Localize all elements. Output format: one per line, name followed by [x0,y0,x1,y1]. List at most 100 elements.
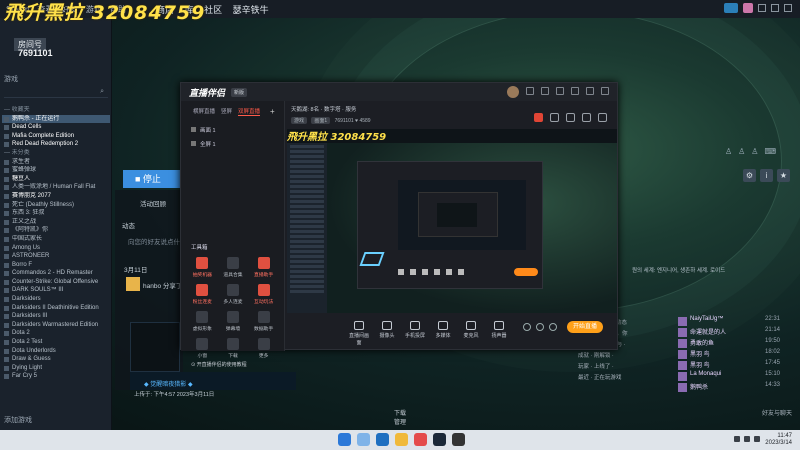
sidebar-game-item[interactable]: Darksiders II Deathinitive Edition [2,304,110,313]
friends-chat-button[interactable]: 好友与聊天 [762,408,792,417]
toolbox-item[interactable]: 更多 [248,338,279,359]
maximize-icon[interactable] [586,87,594,95]
gift-icon[interactable] [534,113,543,122]
tab-portrait[interactable]: 竖屏 [221,107,232,116]
toolbox-item[interactable]: 弹幕墙 [218,311,249,332]
tutorial-link[interactable]: ⊙ 开直播伴侣的使用教程 [191,361,247,368]
sidebar-game-item[interactable]: Far Cry 5 [2,372,110,381]
sidebar-game-item[interactable]: 鹅鸭杀 - 正在运行 [2,114,110,124]
toolbox-item[interactable]: 直播助手 [248,257,279,278]
toolbox-item[interactable]: 虚拟形象 [187,311,218,332]
add-scene-icon[interactable]: + [270,107,275,116]
maximize-icon[interactable] [771,4,779,12]
speaker-button[interactable]: 扬声器 [487,321,511,339]
friend-item[interactable]: 鹅鸭杀 14:33 [676,382,780,393]
message-icon[interactable] [526,87,534,95]
sidebar-game-item[interactable]: 赛博朋克 2077 [2,192,110,201]
gear-icon[interactable] [549,323,557,331]
star-icon[interactable]: ★ [777,169,790,182]
sidebar-game-item[interactable]: 中国式家长 [2,235,110,244]
sidebar-game-item[interactable]: DARK SOULS™ III [2,286,110,295]
category-chip[interactable]: 游戏 [291,117,308,124]
close-icon[interactable] [601,87,609,95]
scene-chip[interactable]: 画面1 [311,117,331,124]
sidebar-game-item[interactable]: Draw & Guess [2,355,110,364]
close-icon[interactable] [784,4,792,12]
minimize-icon[interactable] [571,87,579,95]
tab-dual-screen[interactable]: 双屏直播 [238,107,261,116]
friend-item[interactable]: 勇敢的鱼 19:50 [676,338,780,349]
media-button[interactable]: 多媒体 [431,321,455,339]
tab-activity[interactable]: 活动回顾 [140,198,166,208]
sidebar-game-item[interactable]: Darksiders Warmastered Edition [2,321,110,330]
volume-icon[interactable] [744,436,750,442]
stream-title[interactable]: 天鹅湖: 8名 · 数字塔 · 服务 [291,105,356,113]
sidebar-section-header[interactable]: — 收藏夹 [2,106,110,115]
copy-icon[interactable] [566,113,575,122]
scene-item[interactable]: 全屏 1 [181,138,284,152]
sidebar-game-item[interactable]: Borro F [2,261,110,270]
activity-item[interactable]: 成就 · 刚解锁 · [578,351,670,362]
toolbox-item[interactable]: 粉丝连麦 [187,284,218,305]
user-avatar[interactable] [507,86,519,98]
camera-button[interactable]: 摄像头 [375,321,399,339]
toolbox-item[interactable]: 抽奖机器 [187,257,218,278]
tab-landscape[interactable]: 横屏直播 [193,107,215,116]
stop-button[interactable]: ■ 停止 [123,170,181,188]
toolbox-item[interactable]: 道具合集 [218,257,249,278]
eye-icon[interactable] [191,127,196,132]
add-game-button[interactable]: 添加游戏 [4,415,32,425]
toolbox-item[interactable]: 下载 [218,338,249,359]
toolbox-item[interactable]: 小窗 [187,338,218,359]
search-icon[interactable] [357,433,370,446]
nav-profile[interactable]: 瑟辛铁牛 [233,5,269,15]
menu-icon[interactable] [556,87,564,95]
lock-icon[interactable] [550,113,559,122]
sidebar-game-item[interactable]: Dead Cells [2,123,110,132]
sidebar-game-item[interactable]: Among Us [2,244,110,253]
sidebar-game-item[interactable]: Commandos 2 - HD Remaster [2,269,110,278]
sidebar-game-item[interactable]: Dota Underlords [2,347,110,356]
app-icon[interactable] [414,433,427,446]
sidebar-game-item[interactable]: 蜜蜂弹球 [2,166,110,175]
sidebar-game-item[interactable]: 正义之战 [2,218,110,227]
toolbox-item[interactable]: 多人连麦 [218,284,249,305]
edge-icon[interactable] [376,433,389,446]
toolbox-item[interactable]: 互动玩法 [248,284,279,305]
gear-icon[interactable]: ⚙ [743,169,756,182]
avatar[interactable] [743,3,753,13]
stream-preview[interactable]: 飛升黑拉 32084759 [287,129,617,313]
info-icon[interactable]: i [760,169,773,182]
sidebar-game-item[interactable]: Darksiders [2,295,110,304]
phone-cast-button[interactable]: 手机投屏 [403,321,427,339]
folder-icon[interactable] [395,433,408,446]
sidebar-game-item[interactable]: Counter-Strike: Global Offensive [2,278,110,287]
downloads-button[interactable]: 下载 管理 [394,408,406,426]
activity-item[interactable]: 玩家 · 上线了 · [578,362,670,373]
steam-icon[interactable] [433,433,446,446]
scene-item[interactable]: 画面 1 [181,124,284,138]
friend-item[interactable]: La Monaqui 15:10 [676,371,780,382]
microphone-button[interactable]: 麦克风 [459,321,483,339]
shared-image[interactable] [130,322,180,372]
activity-item[interactable]: 最近 · 正在玩游戏 [578,373,670,384]
friend-item[interactable]: NaiyTaiUg™ 22:31 [676,316,780,327]
sidebar-game-item[interactable]: 《阿特凯》你 [2,226,110,235]
live-companion-icon[interactable] [452,433,465,446]
sidebar-game-item[interactable]: 东西 3: 狂叔 [2,209,110,218]
friend-item[interactable]: 黑羽 鸟 17:45 [676,360,780,371]
sidebar-game-item[interactable]: Darksiders III [2,312,110,321]
sidebar-game-item[interactable]: 人类一败涂地 / Human Fall Flat [2,183,110,192]
sidebar-game-item[interactable]: Dota 2 [2,329,110,338]
notification-icon[interactable] [724,3,738,13]
screen-capture-button[interactable]: 直播间画面 [347,321,371,346]
settings-icon[interactable] [541,87,549,95]
volume-icon[interactable] [536,323,544,331]
start-icon[interactable] [338,433,351,446]
library-search-input[interactable]: ⌕ [4,88,108,98]
share-icon[interactable] [598,113,607,122]
friend-avatar[interactable] [126,277,140,291]
sidebar-game-item[interactable]: 死亡 (Deathly Stillness) [2,201,110,210]
battery-icon[interactable] [754,436,760,442]
sidebar-game-item[interactable]: ASTRONEER [2,252,110,261]
